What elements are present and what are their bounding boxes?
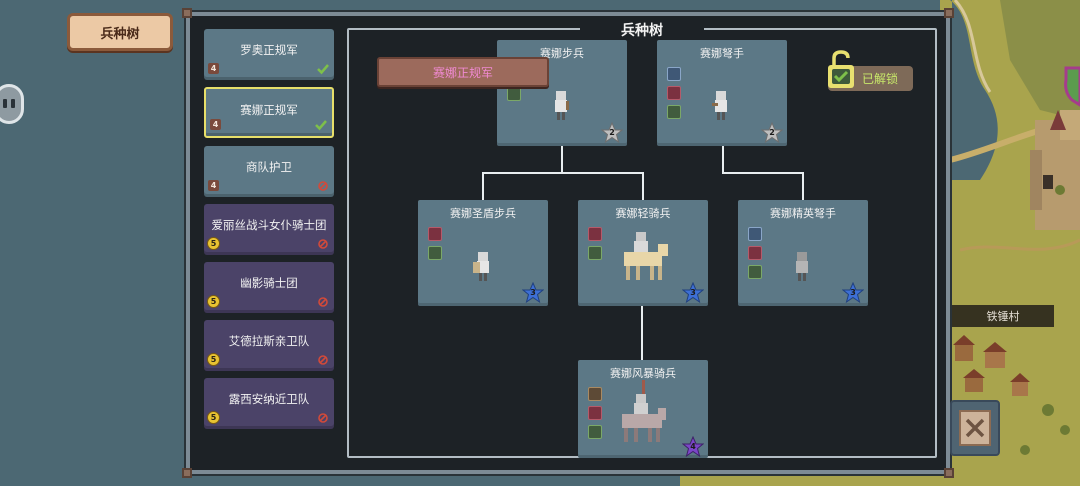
sidebar-item-label: 幽影骑士团 bbox=[240, 276, 298, 290]
sidebar-item-caravan-guard[interactable]: 商队护卫 4 bbox=[204, 146, 334, 197]
tree-connector bbox=[722, 172, 804, 174]
lance-weapon-icon bbox=[588, 387, 602, 401]
dagger-weapon-icon bbox=[748, 246, 762, 260]
unit-card-light-cavalry[interactable]: 赛娜轻骑兵 3 bbox=[578, 200, 708, 306]
axe-weapon-icon bbox=[588, 406, 602, 420]
crossbow-weapon-icon bbox=[748, 227, 762, 241]
level-badge: 5 bbox=[207, 295, 220, 308]
level-badge: 4 bbox=[210, 119, 221, 130]
frame-corner bbox=[182, 8, 192, 18]
sidebar-item-label: 爱丽丝战斗女仆骑士团 bbox=[211, 218, 327, 232]
unit-name: 赛娜圣盾步兵 bbox=[450, 207, 516, 220]
sidebar-item-label: 商队护卫 bbox=[246, 160, 292, 174]
armor-icon bbox=[667, 105, 681, 119]
tree-connector bbox=[641, 306, 643, 360]
unit-card-storm-cavalry[interactable]: 赛娜风暴骑兵 4 bbox=[578, 360, 708, 458]
unlocked-padlock-icon bbox=[828, 50, 854, 88]
locked-mark-icon bbox=[318, 413, 328, 423]
sidebar-item-edras-guard[interactable]: 艾德拉斯亲卫队 5 bbox=[204, 320, 334, 371]
sidebar-item-alice-maid-knights[interactable]: 爱丽丝战斗女仆骑士团 5 bbox=[204, 204, 334, 255]
tier-star-icon: 3 bbox=[841, 281, 865, 304]
sidebar-item-label: 罗奥正规军 bbox=[240, 43, 298, 57]
frame-corner bbox=[944, 8, 954, 18]
tier-star-icon: 4 bbox=[681, 435, 705, 458]
axe-weapon-icon bbox=[428, 227, 442, 241]
locked-mark-icon bbox=[318, 297, 328, 307]
side-menu-button[interactable] bbox=[0, 84, 24, 124]
tree-connector bbox=[482, 172, 484, 200]
tree-connector bbox=[561, 146, 563, 172]
level-badge: 5 bbox=[207, 353, 220, 366]
unit-name: 赛娜精英弩手 bbox=[770, 207, 836, 220]
axe-weapon-icon bbox=[588, 227, 602, 241]
dagger-weapon-icon bbox=[667, 86, 681, 100]
unit-card-infantry[interactable]: 赛娜步兵 2 bbox=[497, 40, 627, 146]
tier-star-icon: 2 bbox=[600, 121, 624, 144]
page-title: 兵种树 bbox=[580, 20, 704, 40]
locked-mark-icon bbox=[318, 181, 328, 191]
unit-name: 赛娜轻骑兵 bbox=[615, 207, 671, 220]
armor-icon bbox=[428, 246, 442, 260]
unit-card-shield-infantry[interactable]: 赛娜圣盾步兵 3 bbox=[418, 200, 548, 306]
sidebar-item-label: 艾德拉斯亲卫队 bbox=[228, 334, 310, 348]
tier-number: 2 bbox=[769, 128, 775, 137]
tier-star-icon: 2 bbox=[760, 121, 784, 144]
sidebar-item-luciana-guard[interactable]: 露西安纳近卫队 5 bbox=[204, 378, 334, 429]
close-icon bbox=[965, 418, 985, 438]
infantry-sprite-icon bbox=[555, 91, 569, 120]
unit-card-crossbow[interactable]: 赛娜弩手 2 bbox=[657, 40, 787, 146]
tier-number: 3 bbox=[530, 288, 536, 297]
frame-corner bbox=[944, 468, 954, 478]
armor-icon bbox=[588, 425, 602, 439]
sidebar-item-shadow-knights[interactable]: 幽影骑士团 5 bbox=[204, 262, 334, 313]
tree-connector bbox=[482, 172, 644, 174]
unit-name: 赛娜弩手 bbox=[700, 47, 744, 60]
sidebar-item-label: 露西安纳近卫队 bbox=[228, 392, 310, 406]
level-badge: 5 bbox=[207, 237, 220, 250]
frame-corner bbox=[182, 468, 192, 478]
tier-star-icon: 3 bbox=[521, 281, 545, 304]
armor-icon bbox=[588, 246, 602, 260]
level-badge: 4 bbox=[208, 180, 219, 191]
close-button-face bbox=[959, 410, 991, 446]
tier-number: 4 bbox=[690, 442, 696, 451]
checkmark-icon bbox=[315, 120, 327, 131]
checkmark-icon bbox=[317, 64, 329, 75]
tree-connector bbox=[802, 172, 804, 200]
tier-number: 3 bbox=[690, 288, 696, 297]
crossbow-weapon-icon bbox=[667, 67, 681, 81]
armor-icon bbox=[507, 87, 521, 101]
sidebar-item-label: 赛娜正规军 bbox=[240, 103, 298, 117]
light-cavalry-sprite-icon bbox=[624, 232, 668, 280]
tier-star-icon: 3 bbox=[681, 281, 705, 304]
faction-banner: 赛娜正规军 bbox=[377, 57, 549, 87]
crossbowman-sprite-icon bbox=[712, 91, 727, 120]
tier-number: 2 bbox=[609, 128, 615, 137]
armor-icon bbox=[748, 265, 762, 279]
unit-card-elite-crossbow[interactable]: 赛娜精英弩手 3 bbox=[738, 200, 868, 306]
elite-crossbowman-sprite-icon bbox=[796, 252, 808, 281]
level-badge: 5 bbox=[207, 411, 220, 424]
shield-infantry-sprite-icon bbox=[473, 252, 489, 281]
tree-connector bbox=[642, 172, 644, 200]
tree-connector bbox=[722, 146, 724, 172]
tab-unit-tree[interactable]: 兵种树 bbox=[67, 13, 173, 51]
unit-name: 赛娜风暴骑兵 bbox=[610, 367, 676, 380]
storm-cavalry-sprite-icon bbox=[622, 380, 666, 442]
tier-number: 3 bbox=[850, 288, 856, 297]
castle-icon bbox=[1030, 110, 1080, 230]
close-button[interactable] bbox=[950, 400, 1000, 456]
locked-mark-icon bbox=[318, 239, 328, 249]
level-badge: 4 bbox=[208, 63, 219, 74]
locked-mark-icon bbox=[318, 355, 328, 365]
sidebar-item-luoao-regulars[interactable]: 罗奥正规军 4 bbox=[204, 29, 334, 80]
village-name-label: 铁锤村 bbox=[952, 305, 1054, 327]
sidebar-item-saina-regulars[interactable]: 赛娜正规军 4 bbox=[204, 87, 334, 138]
